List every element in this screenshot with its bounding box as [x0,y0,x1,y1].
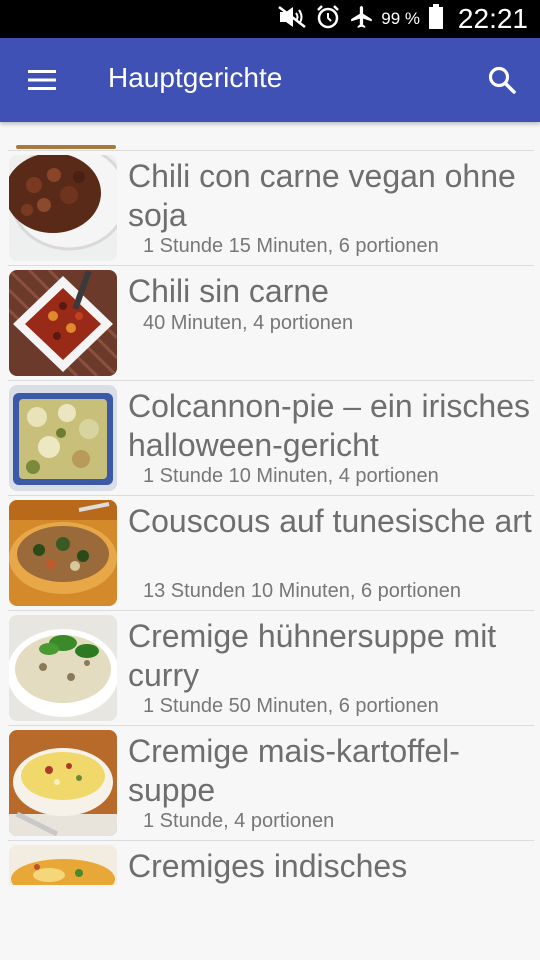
recipe-title: Couscous auf tunesische art [128,503,532,539]
recipe-thumbnail [9,615,117,721]
list-item[interactable]: Chili con carne vegan ohne soja 1 Stunde… [8,151,534,266]
list-item-partial-top[interactable] [8,122,534,151]
recipe-meta: 40 Minuten, 4 portionen [143,312,354,334]
battery-icon [428,3,444,35]
recipe-thumbnail-edge [16,145,116,149]
list-item[interactable]: Cremiges indisches [8,841,534,885]
recipe-title: Cremiges indisches [128,848,408,884]
list-item[interactable]: Cremige hühnersuppe mit curry 1 Stunde 5… [8,611,534,726]
alarm-icon [315,4,341,35]
list-item[interactable]: Colcannon-pie – ein irisches halloween-g… [8,381,534,496]
recipe-list[interactable]: Chili con carne vegan ohne soja 1 Stunde… [0,122,540,885]
airplane-mode-icon [349,4,375,35]
recipe-meta: 13 Stunden 10 Minuten, 6 portionen [143,580,462,602]
recipe-thumbnail [9,845,117,885]
recipe-meta: 1 Stunde, 4 portionen [143,810,335,832]
search-icon [488,66,516,94]
list-item[interactable]: Couscous auf tunesische art 13 Stunden 1… [8,496,534,611]
recipe-title: Cremige hühnersuppe mit curry [128,618,497,693]
app-bar: Hauptgerichte [0,38,540,122]
recipe-thumbnail [9,730,117,836]
recipe-meta: 1 Stunde 15 Minuten, 6 portionen [143,235,439,257]
recipe-meta: 1 Stunde 10 Minuten, 4 portionen [143,465,439,487]
recipe-thumbnail [9,385,117,491]
recipe-thumbnail [9,155,117,261]
recipe-title: Chili con carne vegan ohne soja [128,158,516,233]
list-item[interactable]: Chili sin carne 40 Minuten, 4 portionen [8,266,534,381]
clock: 22:21 [457,3,528,34]
page-title: Hauptgerichte [108,62,283,93]
recipe-title: Chili sin carne [128,273,329,309]
recipe-title: Colcannon-pie – ein irisches halloween-g… [128,388,530,463]
list-item[interactable]: Cremige mais-kartoffel-suppe 1 Stunde, 4… [8,726,534,841]
recipe-thumbnail [9,270,117,376]
hamburger-menu-icon [28,70,56,90]
recipe-meta: 1 Stunde 50 Minuten, 6 portionen [143,695,439,717]
search-button[interactable] [480,58,524,102]
battery-percent: 99 % [381,9,420,28]
menu-button[interactable] [20,60,64,100]
status-bar: 99 % 22:21 [0,0,540,38]
recipe-thumbnail [9,500,117,606]
recipe-title: Cremige mais-kartoffel-suppe [128,733,460,808]
mute-icon [277,5,307,34]
